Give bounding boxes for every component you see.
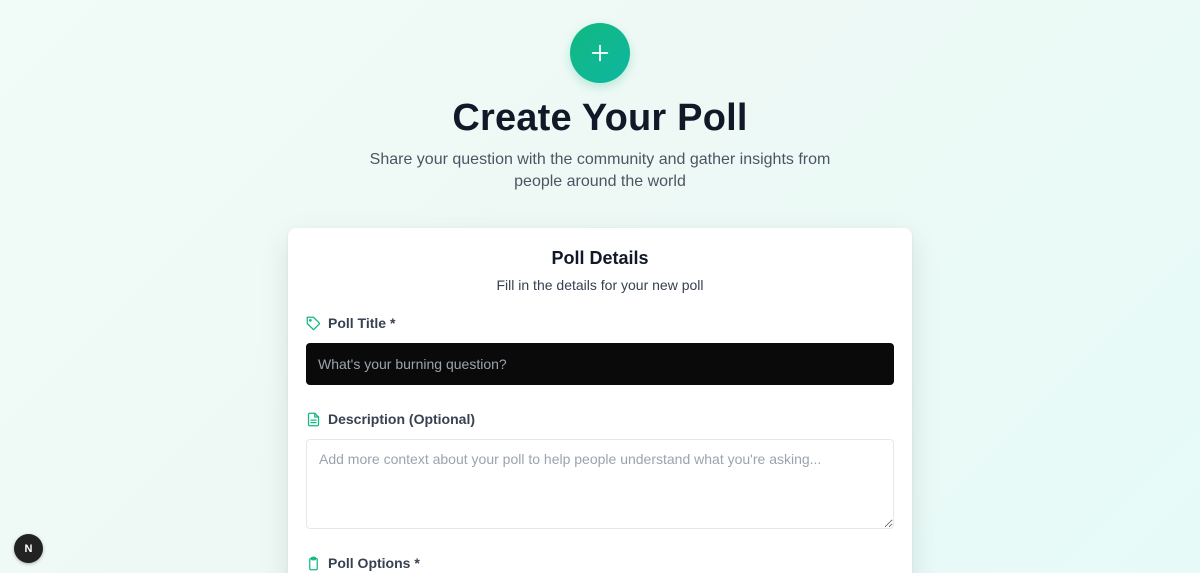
poll-options-label-text: Poll Options * <box>328 555 420 571</box>
poll-options-label: Poll Options * <box>306 555 420 571</box>
dev-badge-label: N <box>24 542 33 555</box>
tag-icon <box>306 316 321 331</box>
description-label-text: Description (Optional) <box>328 411 475 427</box>
poll-title-label: Poll Title * <box>306 315 395 331</box>
page-title: Create Your Poll <box>452 97 748 139</box>
nextjs-icon[interactable]: N <box>14 534 43 563</box>
clipboard-icon <box>306 556 321 571</box>
poll-title-input[interactable] <box>306 343 894 385</box>
card-subtitle: Fill in the details for your new poll <box>496 277 704 293</box>
poll-details-card: Poll Details Fill in the details for you… <box>288 228 912 573</box>
poll-title-label-text: Poll Title * <box>328 315 396 331</box>
document-icon <box>306 412 321 427</box>
plus-icon <box>570 23 630 83</box>
description-textarea[interactable] <box>306 439 894 529</box>
card-title: Poll Details <box>551 248 649 268</box>
page-subtitle: Share your question with the community a… <box>369 151 831 190</box>
description-label: Description (Optional) <box>306 411 475 427</box>
